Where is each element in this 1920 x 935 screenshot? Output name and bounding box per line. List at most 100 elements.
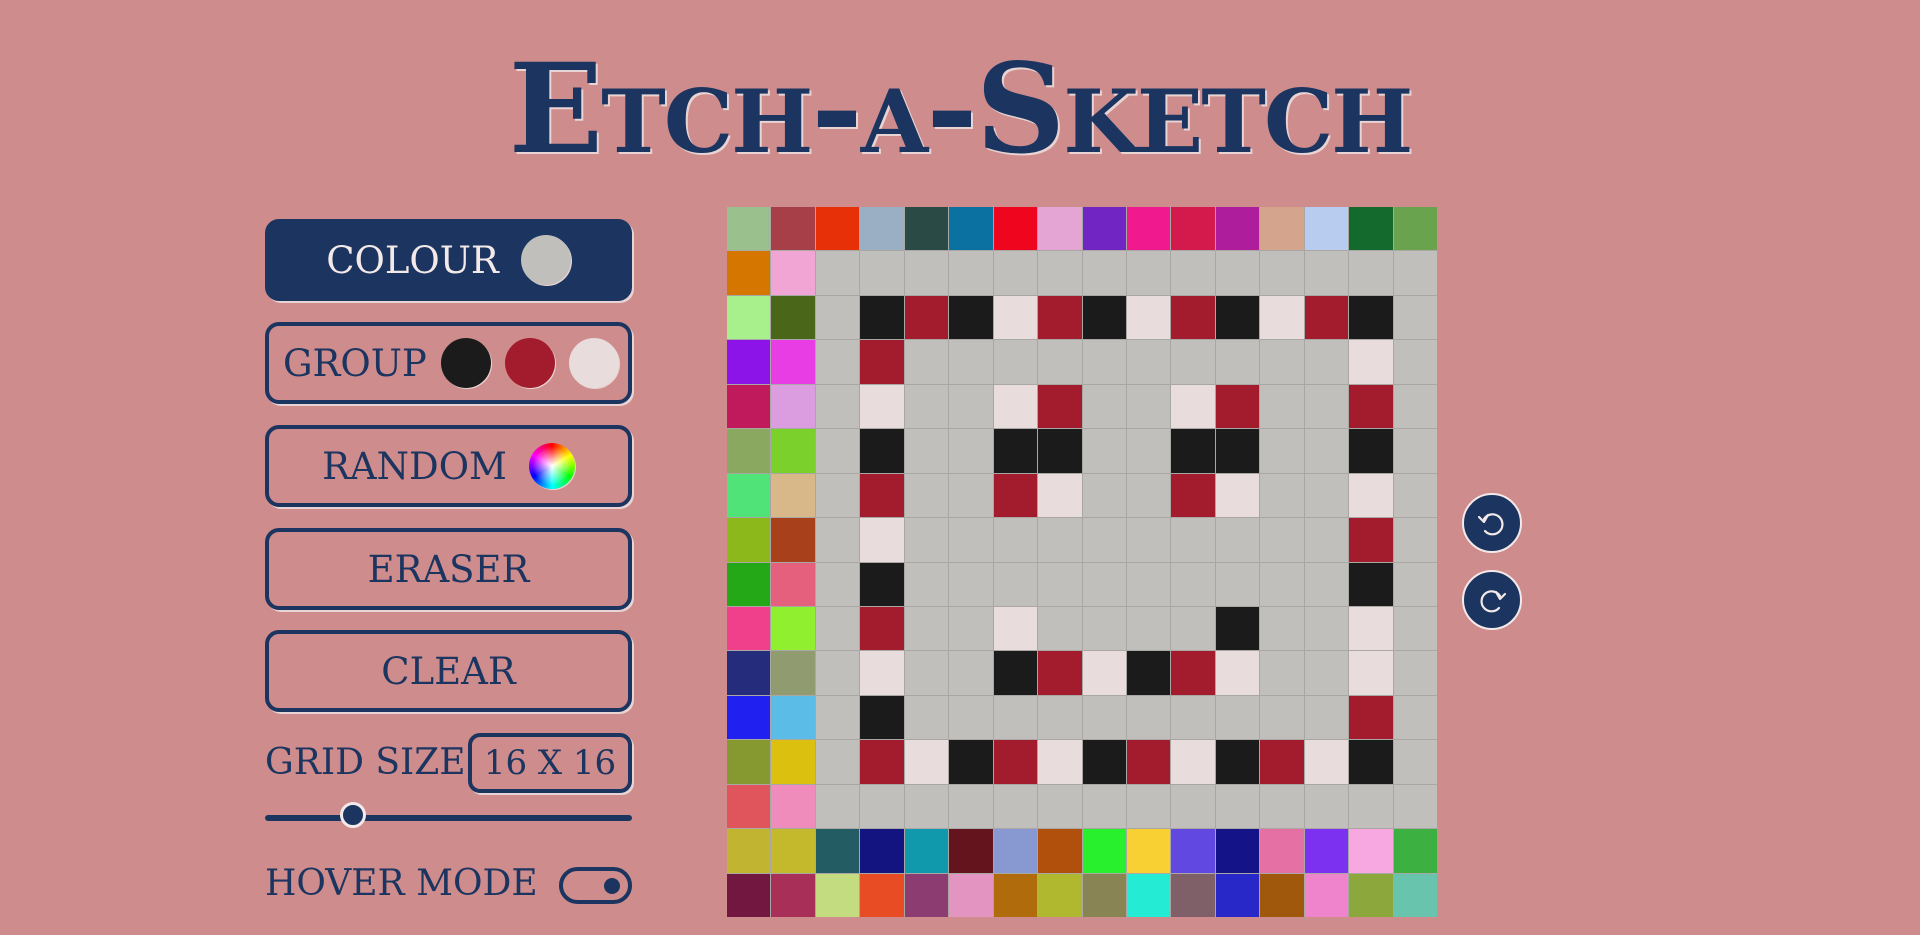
grid-cell[interactable] <box>1215 384 1260 429</box>
grid-cell[interactable] <box>1038 606 1082 651</box>
grid-cell[interactable] <box>1126 606 1171 651</box>
grid-cell[interactable] <box>1393 740 1437 784</box>
grid-cell[interactable] <box>1171 518 1215 562</box>
grid-cell[interactable] <box>1171 829 1215 873</box>
grid-cell[interactable] <box>949 606 993 651</box>
grid-cell[interactable] <box>1349 207 1393 251</box>
grid-cell[interactable] <box>727 695 771 740</box>
grid-cell[interactable] <box>1082 740 1126 784</box>
grid-cell[interactable] <box>1393 829 1437 873</box>
grid-cell[interactable] <box>771 784 815 829</box>
grid-cell[interactable] <box>1393 295 1437 340</box>
grid-cell[interactable] <box>1393 251 1437 295</box>
grid-cell[interactable] <box>1349 340 1393 384</box>
grid-cell[interactable] <box>815 740 860 784</box>
grid-cell[interactable] <box>1393 651 1437 695</box>
grid-cell[interactable] <box>1304 829 1349 873</box>
grid-cell[interactable] <box>1349 518 1393 562</box>
grid-cell[interactable] <box>771 606 815 651</box>
group-mode-button[interactable]: GROUP <box>265 322 632 404</box>
grid-cell[interactable] <box>1304 740 1349 784</box>
grid-cell[interactable] <box>1171 784 1215 829</box>
grid-cell[interactable] <box>1082 784 1126 829</box>
grid-cell[interactable] <box>949 784 993 829</box>
grid-cell[interactable] <box>727 295 771 340</box>
group-swatch-1[interactable] <box>440 338 491 388</box>
grid-cell[interactable] <box>727 784 771 829</box>
grid-cell[interactable] <box>860 340 904 384</box>
grid-cell[interactable] <box>1171 251 1215 295</box>
grid-cell[interactable] <box>1082 651 1126 695</box>
clear-button[interactable]: CLEAR <box>265 630 632 712</box>
grid-cell[interactable] <box>727 384 771 429</box>
grid-cell[interactable] <box>860 606 904 651</box>
grid-cell[interactable] <box>1260 740 1304 784</box>
grid-cell[interactable] <box>860 384 904 429</box>
grid-cell[interactable] <box>949 829 993 873</box>
grid-cell[interactable] <box>1126 429 1171 473</box>
grid-cell[interactable] <box>1038 340 1082 384</box>
grid-cell[interactable] <box>949 473 993 518</box>
grid-cell[interactable] <box>949 873 993 917</box>
grid-cell[interactable] <box>771 384 815 429</box>
grid-cell[interactable] <box>1215 695 1260 740</box>
grid-cell[interactable] <box>1038 207 1082 251</box>
grid-cell[interactable] <box>1126 829 1171 873</box>
grid-cell[interactable] <box>1260 873 1304 917</box>
grid-cell[interactable] <box>815 651 860 695</box>
grid-cell[interactable] <box>1304 784 1349 829</box>
grid-cell[interactable] <box>860 518 904 562</box>
grid-cell[interactable] <box>1126 784 1171 829</box>
grid-cell[interactable] <box>1393 784 1437 829</box>
grid-cell[interactable] <box>949 518 993 562</box>
grid-cell[interactable] <box>771 651 815 695</box>
grid-cell[interactable] <box>1126 695 1171 740</box>
grid-cell[interactable] <box>1038 295 1082 340</box>
grid-cell[interactable] <box>1349 873 1393 917</box>
grid-cell[interactable] <box>1215 784 1260 829</box>
grid-cell[interactable] <box>1349 295 1393 340</box>
grid-cell[interactable] <box>1171 695 1215 740</box>
grid-cell[interactable] <box>1038 473 1082 518</box>
grid-cell[interactable] <box>949 740 993 784</box>
grid-cell[interactable] <box>860 695 904 740</box>
grid-cell[interactable] <box>1393 429 1437 473</box>
grid-cell[interactable] <box>1349 562 1393 606</box>
grid-cell[interactable] <box>727 740 771 784</box>
random-mode-button[interactable]: RANDOM <box>265 425 632 507</box>
grid-cell[interactable] <box>860 873 904 917</box>
grid-cell[interactable] <box>815 473 860 518</box>
grid-cell[interactable] <box>815 873 860 917</box>
grid-cell[interactable] <box>1260 295 1304 340</box>
grid-cell[interactable] <box>771 251 815 295</box>
grid-cell[interactable] <box>771 829 815 873</box>
grid-cell[interactable] <box>993 207 1038 251</box>
grid-cell[interactable] <box>993 651 1038 695</box>
grid-cell[interactable] <box>860 473 904 518</box>
grid-cell[interactable] <box>993 740 1038 784</box>
grid-cell[interactable] <box>1082 384 1126 429</box>
grid-cell[interactable] <box>1260 829 1304 873</box>
grid-cell[interactable] <box>1215 562 1260 606</box>
grid-cell[interactable] <box>1215 473 1260 518</box>
grid-cell[interactable] <box>993 384 1038 429</box>
grid-cell[interactable] <box>904 473 949 518</box>
grid-cell[interactable] <box>860 295 904 340</box>
grid-cell[interactable] <box>1304 695 1349 740</box>
grid-cell[interactable] <box>771 473 815 518</box>
grid-cell[interactable] <box>993 562 1038 606</box>
grid-cell[interactable] <box>1038 384 1082 429</box>
grid-cell[interactable] <box>1215 829 1260 873</box>
grid-cell[interactable] <box>1082 473 1126 518</box>
grid-cell[interactable] <box>727 340 771 384</box>
grid-cell[interactable] <box>1082 873 1126 917</box>
grid-cell[interactable] <box>949 429 993 473</box>
grid-cell[interactable] <box>860 651 904 695</box>
grid-cell[interactable] <box>904 606 949 651</box>
grid-cell[interactable] <box>1393 873 1437 917</box>
grid-cell[interactable] <box>860 829 904 873</box>
grid-cell[interactable] <box>1082 340 1126 384</box>
grid-cell[interactable] <box>771 740 815 784</box>
grid-cell[interactable] <box>771 429 815 473</box>
grid-cell[interactable] <box>1304 873 1349 917</box>
